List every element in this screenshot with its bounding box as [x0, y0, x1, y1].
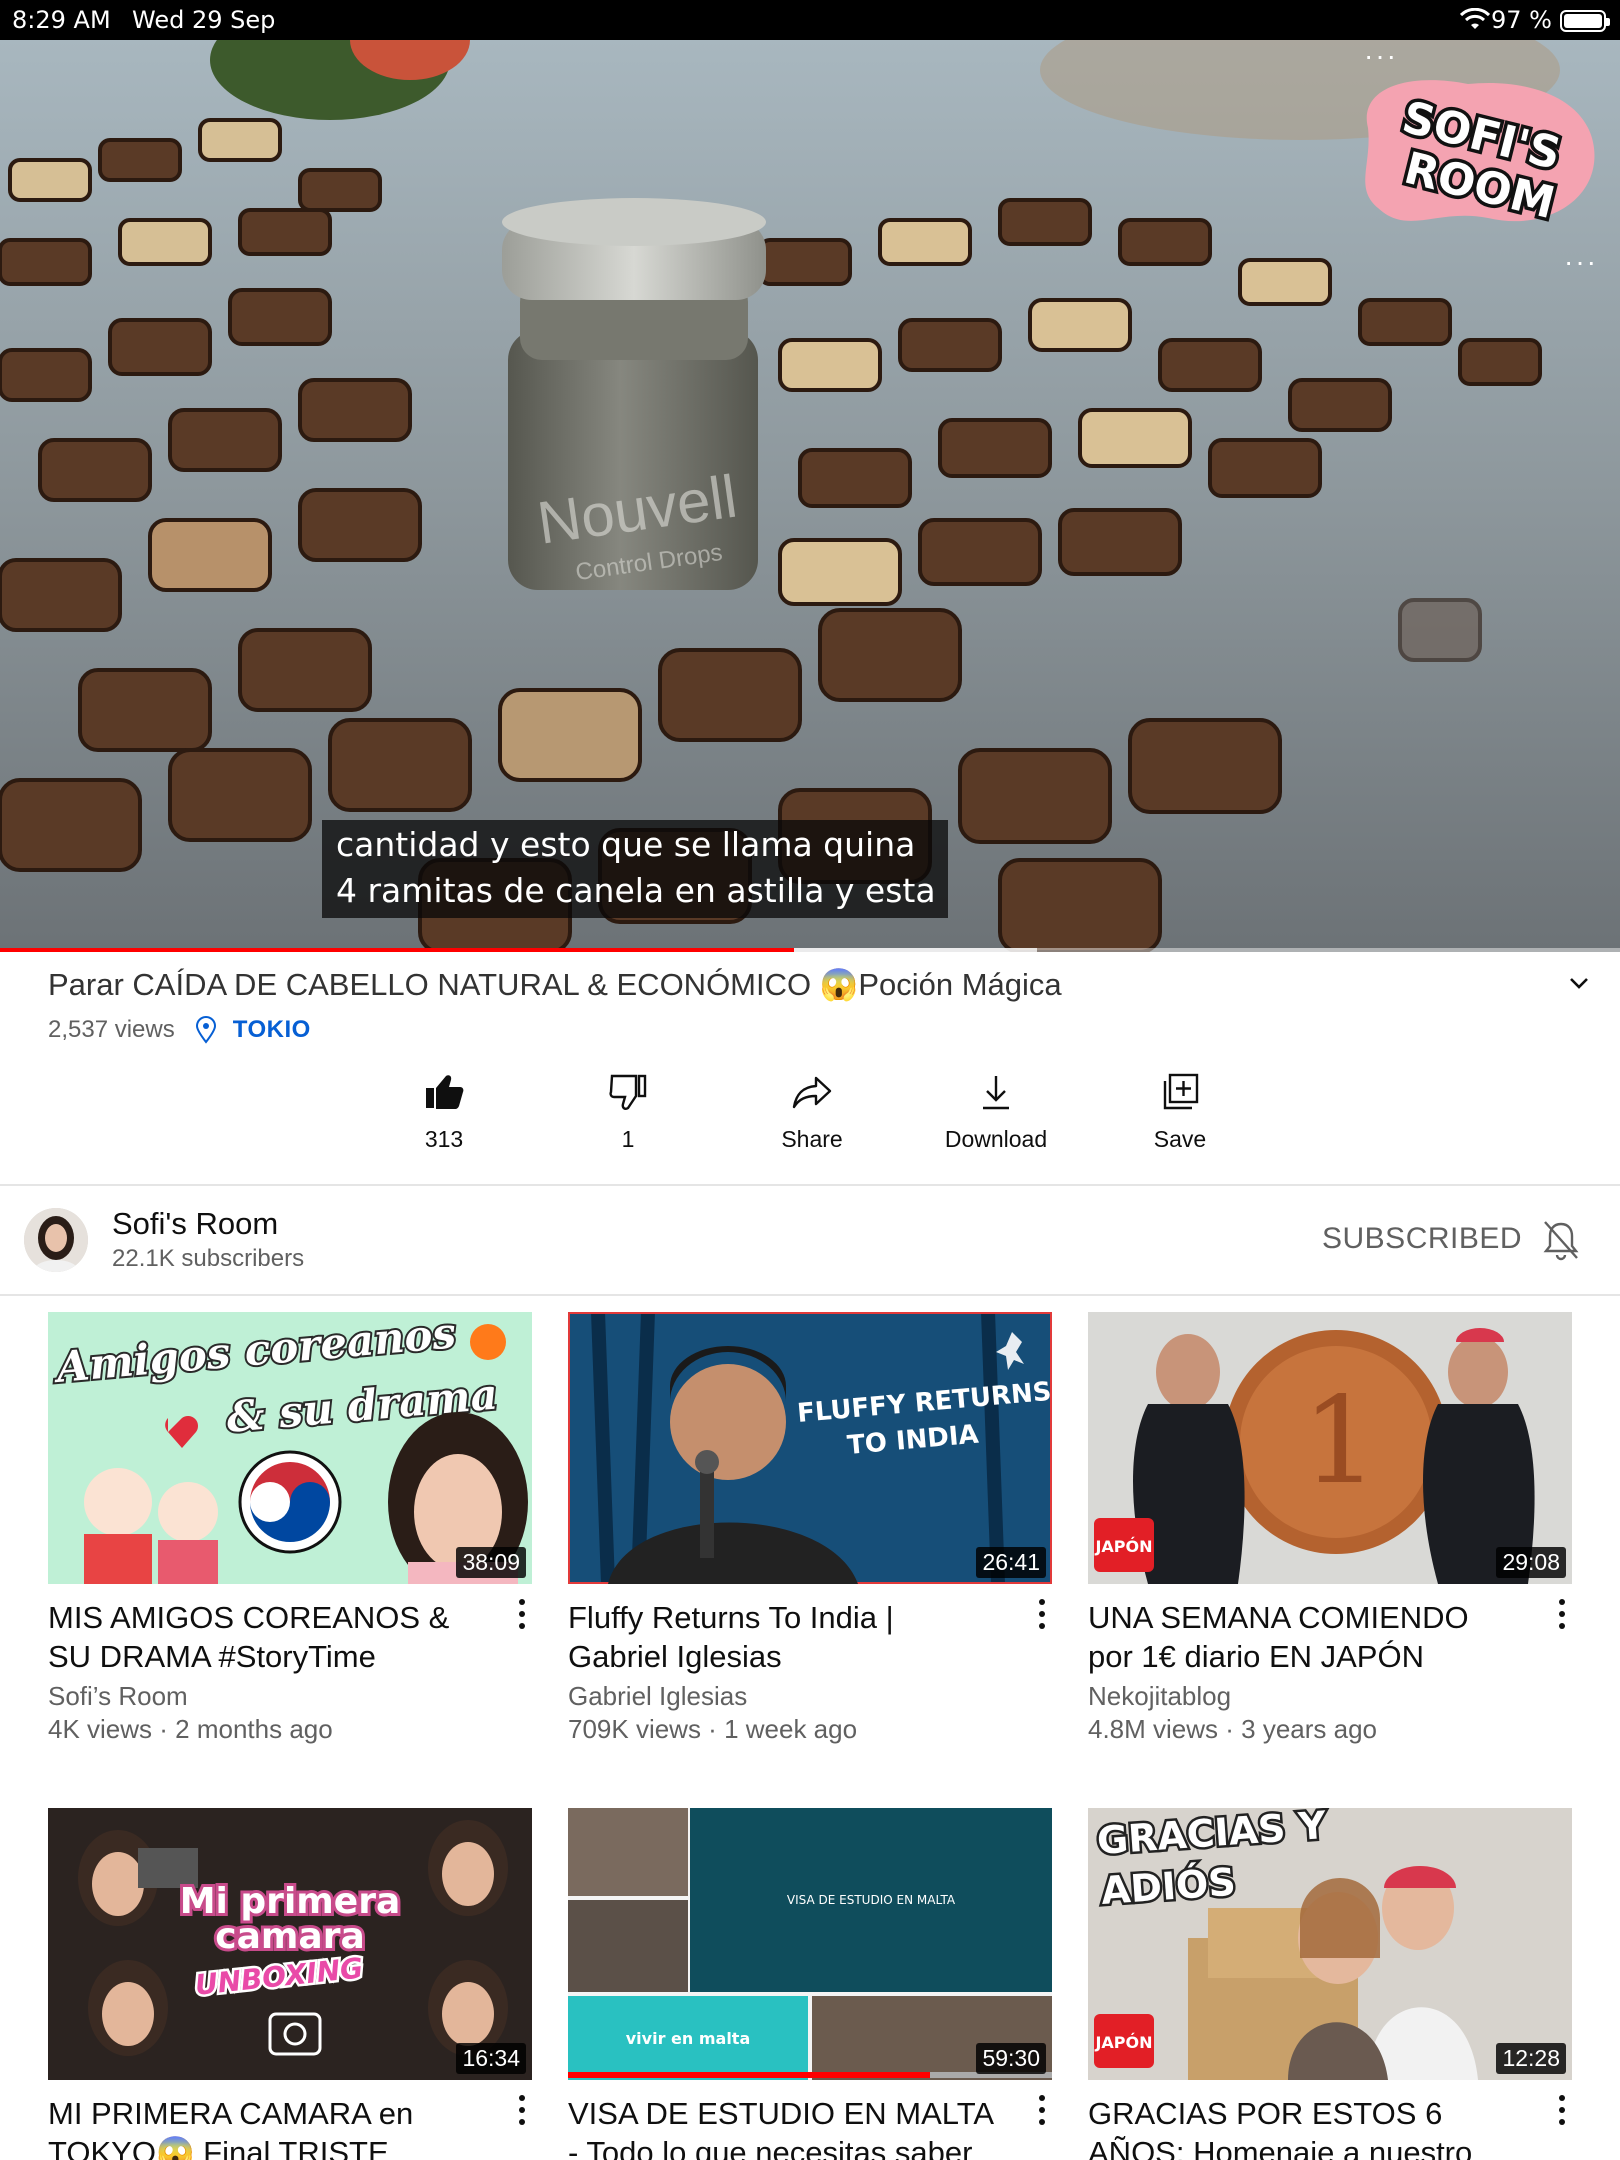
location-pin-icon	[195, 1016, 216, 1044]
save-button[interactable]: Save	[1088, 1070, 1272, 1170]
video-card[interactable]: FLUFFY RETURNS TO INDIA 26:41 Fluffy Ret…	[568, 1312, 1052, 1745]
video-duration: 12:28	[1496, 2043, 1566, 2074]
share-label: Share	[781, 1126, 843, 1152]
thumb-text: ADIÓS	[1100, 1860, 1238, 1913]
video-card-stats: 4K views · 2 months ago	[48, 1714, 333, 1744]
chevron-down-icon[interactable]	[1562, 966, 1596, 1000]
more-vertical-icon[interactable]	[1552, 2092, 1572, 2128]
more-vertical-icon[interactable]	[512, 2092, 532, 2128]
share-icon	[792, 1076, 832, 1109]
download-button[interactable]: Download	[904, 1070, 1088, 1170]
progress-played	[0, 948, 794, 952]
video-duration: 59:30	[976, 2043, 1046, 2074]
video-duration: 16:34	[456, 2043, 526, 2074]
add-to-playlist-icon	[1163, 1073, 1199, 1110]
caption-line: cantidad y esto que se llama quina	[336, 825, 916, 864]
video-thumbnail[interactable]: Mi primera camara UNBOXING 16:34	[48, 1808, 532, 2080]
jar: Nouvell Control Drops	[502, 198, 766, 590]
download-label: Download	[944, 1126, 1048, 1152]
video-duration: 38:09	[456, 1547, 526, 1578]
save-label: Save	[1153, 1126, 1207, 1152]
more-vertical-icon[interactable]	[512, 1596, 532, 1632]
thumb-text: VISA DE ESTUDIO EN MALTA	[787, 1893, 956, 1907]
thumb-text: vivir en malta	[626, 2029, 751, 2048]
channel-name[interactable]: Sofi's Room	[112, 1206, 278, 1242]
thumbs-up-icon	[426, 1075, 464, 1109]
video-card-title[interactable]: MI PRIMERA CAMARA en TOKYO😱 Final TRISTE	[48, 2094, 478, 2160]
status-time: 8:29 AM	[12, 6, 111, 34]
channel-avatar[interactable]	[24, 1208, 88, 1272]
video-card-stats: 4.8M views · 3 years ago	[1088, 1714, 1378, 1744]
video-card-channel[interactable]: Gabriel Iglesias	[568, 1681, 1052, 1712]
video-card-channel[interactable]: Sofi’s Room	[48, 1681, 532, 1712]
video-card-title[interactable]: VISA DE ESTUDIO EN MALTA - Todo lo que n…	[568, 2094, 998, 2160]
video-card[interactable]: 1 JAPÓN 29:08 UNA SEMANA COMIENDO por 1€…	[1088, 1312, 1572, 1745]
video-card-channel[interactable]: Nekojitablog	[1088, 1681, 1572, 1712]
video-card-stats: 709K views · 1 week ago	[568, 1714, 858, 1744]
video-thumbnail[interactable]: VISA DE ESTUDIO EN MALTA vivir en malta …	[568, 1808, 1052, 2080]
subscribed-button[interactable]: SUBSCRIBED	[1322, 1222, 1522, 1256]
svg-text:1: 1	[1302, 1372, 1378, 1511]
video-thumbnail[interactable]: 1 JAPÓN 29:08	[1088, 1312, 1572, 1584]
video-card[interactable]: Amigos coreanos & su drama 38:09 MIS AMI…	[48, 1312, 532, 1745]
video-thumbnail[interactable]: FLUFFY RETURNS TO INDIA 26:41	[568, 1312, 1052, 1584]
thumb-text: JAPÓN	[1094, 2033, 1152, 2052]
captions: cantidad y esto que se llama quina 4 ram…	[322, 820, 948, 918]
progress-buffered	[793, 948, 1037, 952]
progress-bar[interactable]	[0, 948, 1620, 952]
video-meta: 2,537 views TOKIO	[48, 1016, 311, 1044]
caption-line: 4 ramitas de canela en astilla y esta	[336, 871, 936, 910]
avatar-image	[24, 1208, 88, 1272]
status-date: Wed 29 Sep	[132, 6, 276, 34]
video-card[interactable]: Mi primera camara UNBOXING 16:34 MI PRIM…	[48, 1808, 532, 2160]
download-icon	[983, 1076, 1009, 1110]
share-button[interactable]: Share	[720, 1070, 904, 1170]
thumb-text: JAPÓN	[1094, 1537, 1152, 1556]
more-icon[interactable]: ···	[1564, 246, 1598, 278]
view-count: 2,537 views	[48, 1016, 175, 1043]
notification-off-icon[interactable]	[1540, 1218, 1582, 1262]
like-count: 313	[424, 1126, 464, 1152]
location-link[interactable]: TOKIO	[233, 1016, 311, 1044]
video-player[interactable]: Nouvell Control Drops ··· ··· SOFI'S ROO…	[0, 40, 1620, 952]
video-card-title[interactable]: UNA SEMANA COMIENDO por 1€ diario EN JAP…	[1088, 1598, 1518, 1676]
video-card[interactable]: VISA DE ESTUDIO EN MALTA vivir en malta …	[568, 1808, 1052, 2160]
video-card-title[interactable]: MIS AMIGOS COREANOS & SU DRAMA #StoryTim…	[48, 1598, 478, 1676]
video-card[interactable]: GRACIAS Y ADIÓS JAPÓN 12:28 GRACIAS POR …	[1088, 1808, 1572, 2160]
video-title[interactable]: Parar CAÍDA DE CABELLO NATURAL & ECONÓMI…	[48, 966, 1062, 1003]
dislike-button[interactable]: 1	[536, 1070, 720, 1170]
divider	[0, 1294, 1620, 1296]
channel-subscribers: 22.1K subscribers	[112, 1245, 305, 1272]
status-bar: 8:29 AM Wed 29 Sep 97 %	[0, 0, 1620, 40]
thumb-text: camara	[215, 1916, 364, 1957]
dislike-count: 1	[621, 1126, 635, 1152]
more-vertical-icon[interactable]	[1552, 1596, 1572, 1632]
more-vertical-icon[interactable]	[1032, 2092, 1052, 2128]
battery-icon	[1560, 10, 1610, 32]
divider	[0, 1184, 1620, 1186]
like-button[interactable]: 313	[352, 1070, 536, 1170]
video-thumbnail[interactable]: Amigos coreanos & su drama 38:09	[48, 1312, 532, 1584]
wifi-icon	[1460, 8, 1490, 29]
thumbs-down-icon	[609, 1074, 647, 1110]
video-card-title[interactable]: GRACIAS POR ESTOS 6 AÑOS: Homenaje a nue…	[1088, 2094, 1518, 2160]
video-duration: 29:08	[1496, 1547, 1566, 1578]
more-vertical-icon[interactable]	[1032, 1596, 1052, 1632]
video-card-title[interactable]: Fluffy Returns To India | Gabriel Iglesi…	[568, 1598, 998, 1676]
channel-logo: SOFI'S ROOM	[1365, 80, 1595, 233]
action-bar: 313 1 Share Download Save	[352, 1070, 1272, 1170]
video-thumbnail[interactable]: GRACIAS Y ADIÓS JAPÓN 12:28	[1088, 1808, 1572, 2080]
battery-percent: 97 %	[1491, 6, 1552, 34]
video-duration: 26:41	[976, 1547, 1046, 1578]
